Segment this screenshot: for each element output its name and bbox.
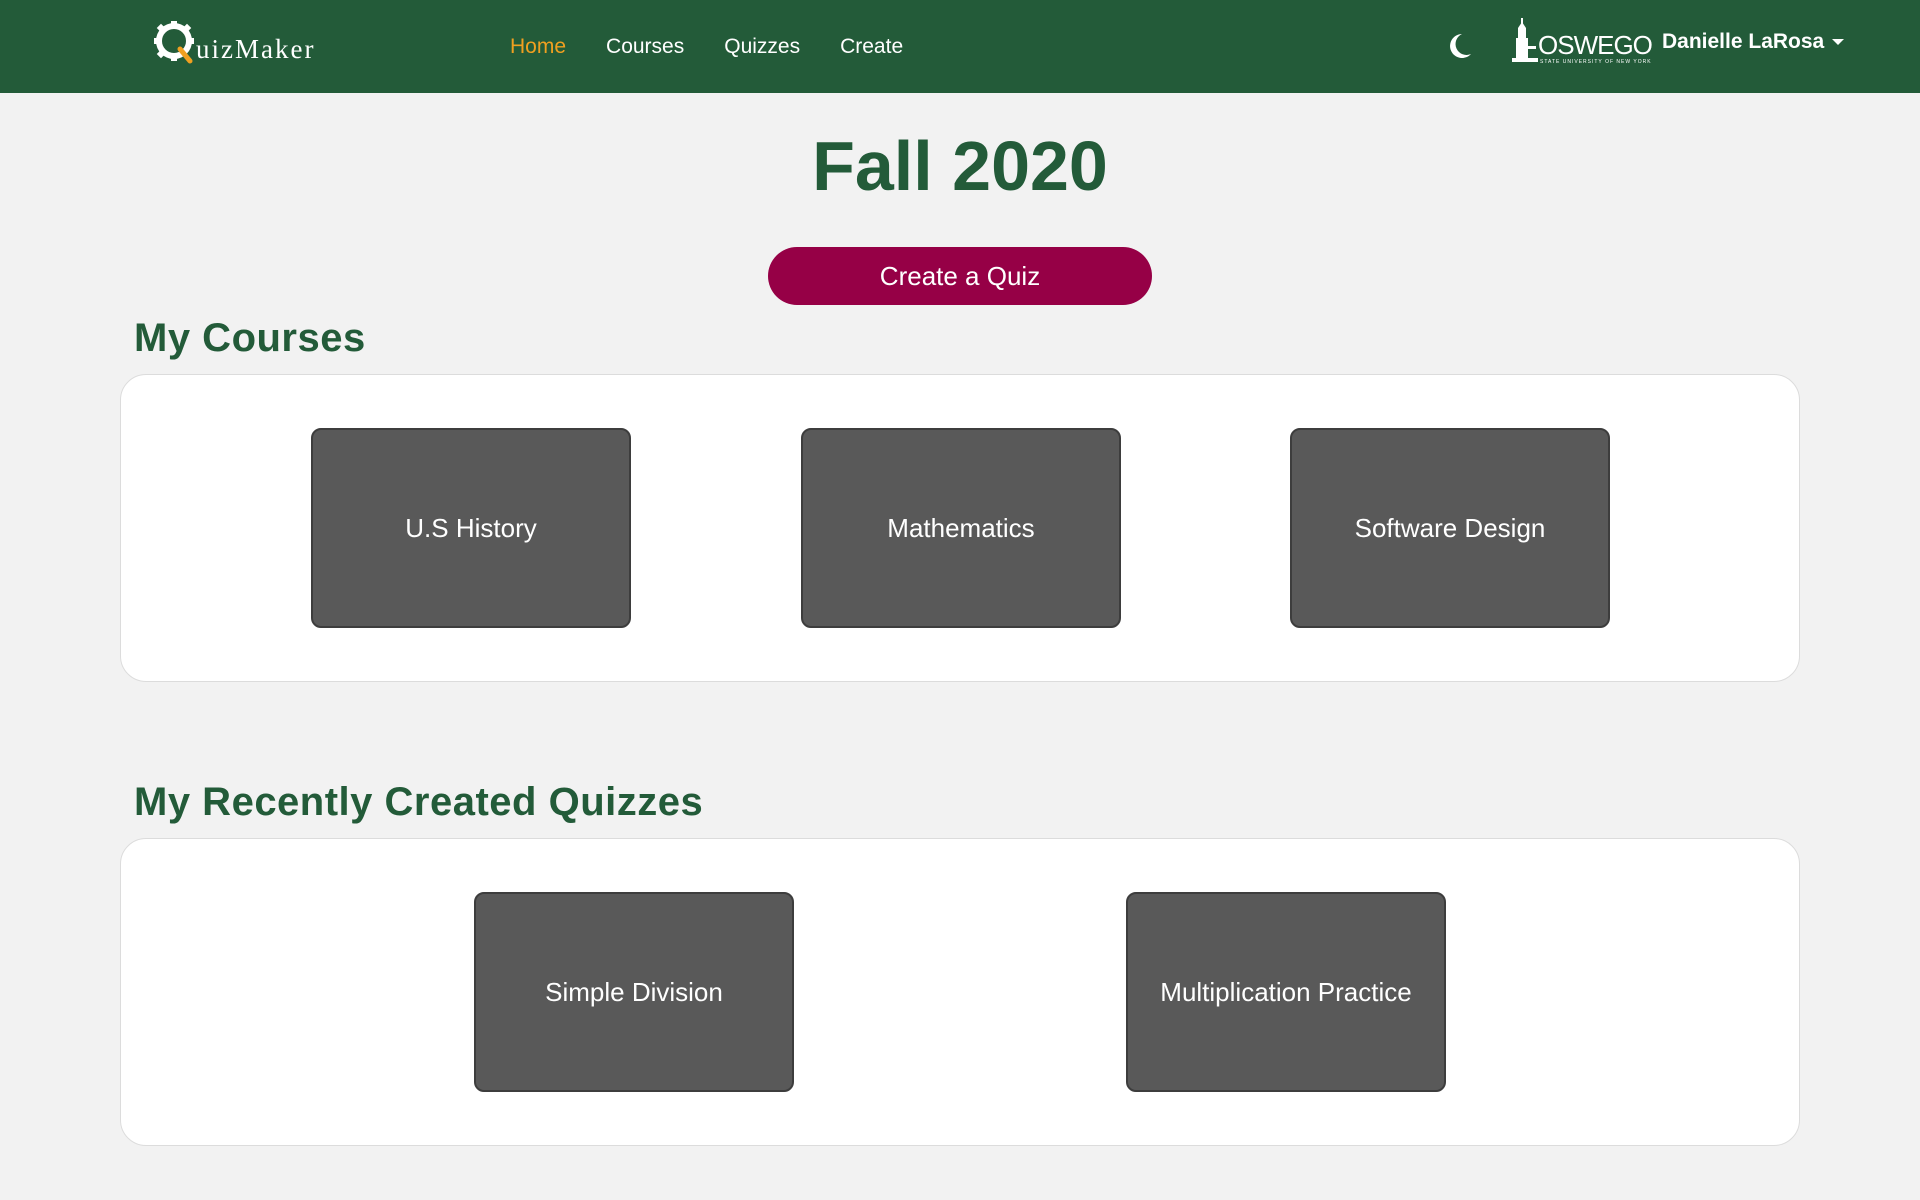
courses-panel: U.S History Mathematics Software Design bbox=[120, 374, 1800, 682]
clocktower-icon bbox=[1512, 18, 1538, 62]
oswego-logo: OSWEGO STATE UNIVERSITY OF NEW YORK bbox=[1512, 18, 1653, 66]
course-card-software-design[interactable]: Software Design bbox=[1290, 428, 1610, 628]
brand-name: uizMaker bbox=[196, 33, 316, 64]
quiz-card-label: Simple Division bbox=[545, 976, 723, 1007]
main-nav: Home Courses Quizzes Create bbox=[510, 0, 943, 93]
quizzes-panel: Simple Division Multiplication Practice bbox=[120, 838, 1800, 1146]
nav-quizzes[interactable]: Quizzes bbox=[724, 35, 800, 59]
courses-section-title: My Courses bbox=[134, 316, 366, 360]
gear-q-icon bbox=[154, 21, 194, 64]
nav-home[interactable]: Home bbox=[510, 35, 566, 59]
user-name: Danielle LaRosa bbox=[1662, 30, 1825, 53]
course-card-us-history[interactable]: U.S History bbox=[311, 428, 631, 628]
course-card-label: Mathematics bbox=[887, 512, 1035, 543]
caret-down-icon bbox=[1832, 39, 1845, 45]
quiz-card-label: Multiplication Practice bbox=[1160, 976, 1412, 1007]
course-card-mathematics[interactable]: Mathematics bbox=[801, 428, 1121, 628]
quizmaker-logo[interactable]: uizMaker bbox=[154, 17, 315, 69]
oswego-wordmark: OSWEGO bbox=[1538, 30, 1653, 60]
nav-create[interactable]: Create bbox=[840, 35, 903, 59]
course-card-label: Software Design bbox=[1354, 512, 1546, 543]
quiz-card-simple-division[interactable]: Simple Division bbox=[474, 892, 794, 1092]
page-title: Fall 2020 bbox=[812, 127, 1108, 205]
create-quiz-button[interactable]: Create a Quiz bbox=[768, 247, 1152, 305]
user-menu-dropdown[interactable]: Danielle LaRosa bbox=[1662, 30, 1845, 54]
course-card-label: U.S History bbox=[405, 512, 537, 543]
moon-icon[interactable] bbox=[1447, 32, 1473, 60]
top-navbar: uizMaker Home Courses Quizzes Create OSW… bbox=[0, 0, 1920, 93]
quiz-card-multiplication-practice[interactable]: Multiplication Practice bbox=[1126, 892, 1446, 1092]
nav-courses[interactable]: Courses bbox=[606, 35, 684, 59]
oswego-subtext: STATE UNIVERSITY OF NEW YORK bbox=[1540, 59, 1652, 65]
nav-right-group: OSWEGO STATE UNIVERSITY OF NEW YORK Dani… bbox=[1420, 0, 1920, 93]
quizzes-section-title: My Recently Created Quizzes bbox=[134, 780, 704, 824]
